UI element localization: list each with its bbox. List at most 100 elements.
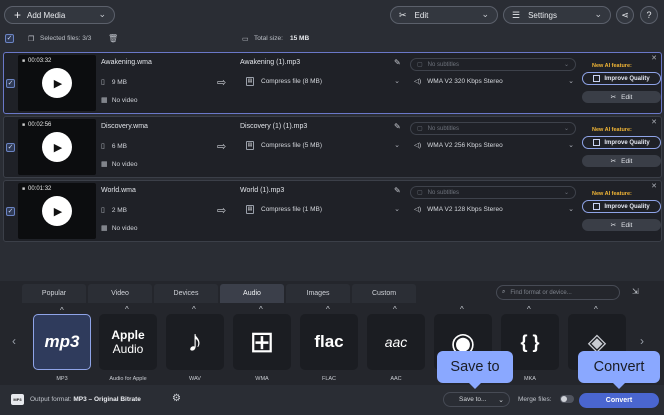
format-tile-flac[interactable]: ^ flac bbox=[300, 305, 358, 370]
caret-up-icon: ^ bbox=[125, 305, 129, 314]
select-all-checkbox[interactable]: ✓ bbox=[5, 34, 14, 43]
share-button[interactable]: ⋖ bbox=[616, 6, 634, 24]
improve-quality-button[interactable]: Improve Quality bbox=[582, 200, 661, 213]
subtitles-dropdown[interactable]: ▢ No subtitles ⌄ bbox=[410, 122, 576, 135]
tab-custom[interactable]: Custom bbox=[352, 284, 416, 303]
edit-button[interactable]: ✂ Edit ⌄ bbox=[390, 6, 498, 24]
caret-up-icon: ^ bbox=[259, 305, 263, 314]
file-size: ▯ 6 MB bbox=[101, 143, 127, 150]
output-file-name[interactable]: World (1).mp3 bbox=[240, 187, 284, 194]
tools-icon: ✂ bbox=[610, 222, 617, 229]
media-thumbnail[interactable]: 00:02:56 ▶ bbox=[18, 119, 96, 175]
format-panel: Popular Video Devices Audio Images Custo… bbox=[0, 281, 664, 385]
source-file-name: World.wma bbox=[101, 187, 136, 194]
tab-audio[interactable]: Audio bbox=[220, 284, 284, 303]
enhance-icon bbox=[593, 139, 601, 146]
subtitles-dropdown[interactable]: ▢ No subtitles ⌄ bbox=[410, 58, 576, 71]
gear-icon[interactable]: ⚙ bbox=[172, 393, 181, 404]
file-checkbox[interactable]: ✓ bbox=[6, 207, 15, 216]
save-to-dropdown[interactable]: Save to... ⌄ bbox=[443, 392, 510, 407]
merge-files-toggle[interactable] bbox=[560, 395, 574, 403]
add-media-button[interactable]: + Add Media ⌄ bbox=[4, 6, 115, 24]
selection-bar: ✓ ❐ Selected files: 3/3 🗑 ▭ Total size: … bbox=[0, 30, 664, 48]
output-format-value: MP3 – Original Bitrate bbox=[73, 396, 141, 403]
audio-track-dropdown[interactable]: ◁) WMA V2 256 Kbps Stereo ⌄ bbox=[414, 137, 576, 153]
video-track-info: ▦ No video bbox=[101, 97, 138, 104]
edit-label: Edit bbox=[414, 10, 429, 20]
remove-file-icon[interactable]: ✕ bbox=[651, 54, 657, 62]
video-track-info: ▦ No video bbox=[101, 161, 138, 168]
file-checkbox[interactable]: ✓ bbox=[6, 79, 15, 88]
file-size: ▯ 9 MB bbox=[101, 79, 127, 86]
remove-file-icon[interactable]: ✕ bbox=[651, 118, 657, 126]
compress-dropdown[interactable]: ▤ Compress file (1 MB) ⌄ bbox=[240, 201, 402, 217]
file-checkbox[interactable]: ✓ bbox=[6, 143, 15, 152]
tab-popular[interactable]: Popular bbox=[22, 284, 86, 303]
convert-button[interactable]: Convert bbox=[579, 393, 659, 408]
chevron-down-icon: ⌄ bbox=[568, 142, 574, 149]
scroll-left-icon[interactable]: ‹ bbox=[12, 334, 16, 348]
file-row[interactable]: ✓ 00:02:56 ▶ Discovery.wma ▯ 6 MB ▦ No v… bbox=[3, 116, 662, 178]
audio-track-dropdown[interactable]: ◁) WMA V2 128 Kbps Stereo ⌄ bbox=[414, 201, 576, 217]
bottom-bar: MP3 Output format: MP3 – Original Bitrat… bbox=[0, 385, 664, 415]
play-icon[interactable]: ▶ bbox=[42, 68, 72, 98]
settings-button[interactable]: ☰ Settings ⌄ bbox=[503, 6, 611, 24]
format-label: AAC bbox=[390, 376, 402, 382]
file-row[interactable]: ✓ 00:01:32 ▶ World.wma ▯ 2 MB ▦ No video… bbox=[3, 180, 662, 242]
improve-quality-button[interactable]: Improve Quality bbox=[582, 136, 661, 149]
format-tile-wav[interactable]: ^ ♪ bbox=[166, 305, 224, 370]
help-icon: ? bbox=[646, 10, 652, 20]
music-note-icon: ♪ bbox=[187, 325, 203, 358]
format-label: MP3 bbox=[56, 376, 68, 382]
audio-track-dropdown[interactable]: ◁) WMA V2 320 Kbps Stereo ⌄ bbox=[414, 73, 576, 89]
output-file-name[interactable]: Awakening (1).mp3 bbox=[240, 59, 300, 66]
tab-devices[interactable]: Devices bbox=[154, 284, 218, 303]
media-thumbnail[interactable]: 00:03:32 ▶ bbox=[18, 55, 96, 111]
media-thumbnail[interactable]: 00:01:32 ▶ bbox=[18, 183, 96, 239]
edit-file-button[interactable]: ✂ Edit bbox=[582, 219, 661, 231]
compress-dropdown[interactable]: ▤ Compress file (8 MB) ⌄ bbox=[240, 73, 402, 89]
format-label: Audio for Apple bbox=[109, 376, 147, 382]
caret-up-icon: ^ bbox=[192, 305, 196, 314]
play-icon[interactable]: ▶ bbox=[42, 196, 72, 226]
collapse-panel-icon[interactable]: ⇲ bbox=[632, 287, 639, 296]
format-tile-aac[interactable]: ^ aac bbox=[367, 305, 425, 370]
selected-files-count: Selected files: 3/3 bbox=[40, 35, 92, 42]
tab-images[interactable]: Images bbox=[286, 284, 350, 303]
remove-file-icon[interactable]: ✕ bbox=[651, 182, 657, 190]
subtitles-icon: ▢ bbox=[417, 190, 423, 196]
rename-pencil-icon[interactable]: ✎ bbox=[394, 122, 401, 131]
video-icon: ▦ bbox=[101, 97, 108, 104]
format-label: WMA bbox=[255, 376, 269, 382]
help-button[interactable]: ? bbox=[640, 6, 658, 24]
output-file-name[interactable]: Discovery (1) (1).mp3 bbox=[240, 123, 307, 130]
play-icon[interactable]: ▶ bbox=[42, 132, 72, 162]
source-file-name: Awakening.wma bbox=[101, 59, 152, 66]
file-icon: ▯ bbox=[101, 207, 105, 214]
merge-files-label: Merge files: bbox=[518, 396, 552, 403]
plus-icon: + bbox=[14, 8, 22, 22]
tab-video[interactable]: Video bbox=[88, 284, 152, 303]
scroll-right-icon[interactable]: › bbox=[640, 334, 644, 348]
duration-label: 00:03:32 bbox=[22, 58, 51, 64]
format-search-input[interactable]: ⌕ Find format or device... bbox=[496, 285, 620, 300]
compress-dropdown[interactable]: ▤ Compress file (5 MB) ⌄ bbox=[240, 137, 402, 153]
format-label: FLAC bbox=[321, 376, 337, 382]
rename-pencil-icon[interactable]: ✎ bbox=[394, 58, 401, 67]
format-tile-mp3[interactable]: ^ mp3 bbox=[33, 306, 91, 370]
rename-pencil-icon[interactable]: ✎ bbox=[394, 186, 401, 195]
total-size-label: Total size: bbox=[254, 35, 283, 42]
duration-label: 00:02:56 bbox=[22, 122, 51, 128]
caret-up-icon: ^ bbox=[326, 305, 330, 314]
format-tile-wma[interactable]: ^ ⊞ bbox=[233, 305, 291, 370]
file-icon: ▯ bbox=[101, 79, 105, 86]
format-tile-apple-audio[interactable]: ^ Apple Audio bbox=[99, 305, 157, 370]
trash-icon[interactable]: 🗑 bbox=[108, 34, 118, 43]
file-row[interactable]: ✓ 00:03:32 ▶ Awakening.wma ▯ 9 MB ▦ No v… bbox=[3, 52, 662, 114]
edit-file-button[interactable]: ✂ Edit bbox=[582, 155, 661, 167]
improve-quality-button[interactable]: Improve Quality bbox=[582, 72, 661, 85]
edit-file-button[interactable]: ✂ Edit bbox=[582, 91, 661, 103]
file-icon: ▭ bbox=[242, 36, 249, 43]
subtitles-dropdown[interactable]: ▢ No subtitles ⌄ bbox=[410, 186, 576, 199]
video-icon: ▦ bbox=[101, 225, 108, 232]
